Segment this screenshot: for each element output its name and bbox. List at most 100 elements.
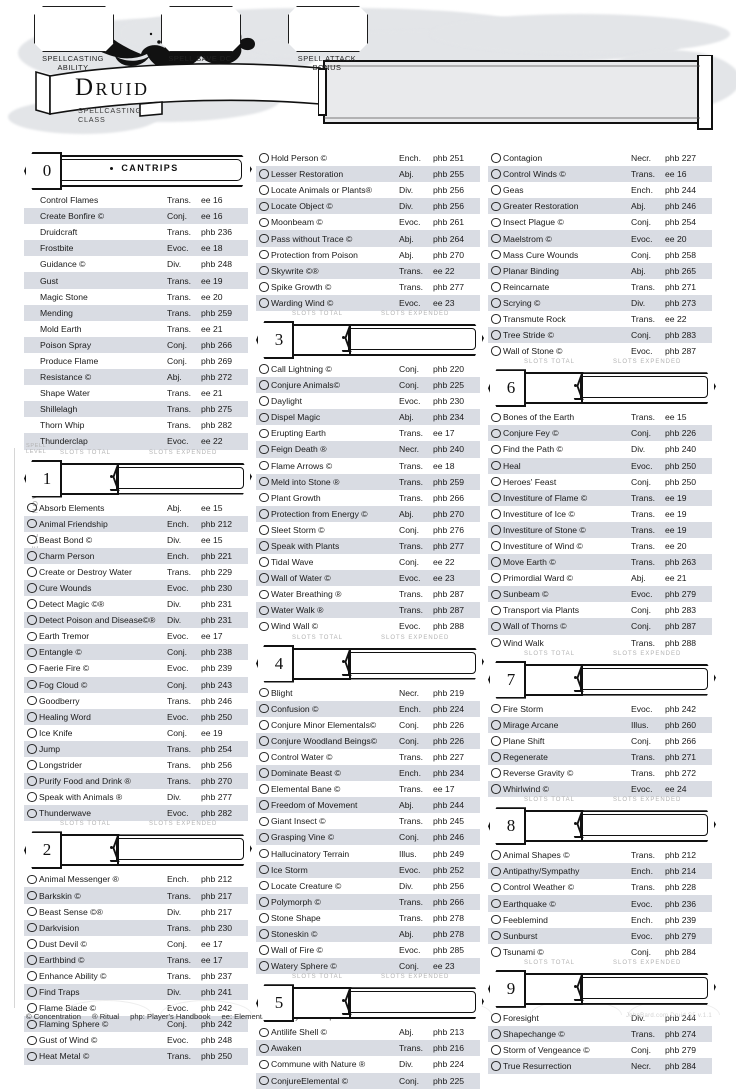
spell-prepared-checkbox[interactable]: [489, 914, 503, 925]
spell-row[interactable]: Conjure Fey © Conj. phb 226: [488, 425, 712, 442]
spell-prepared-checkbox[interactable]: [257, 364, 271, 374]
spell-prepared-checkbox[interactable]: [257, 1075, 271, 1086]
spell-prepared-checkbox[interactable]: [489, 882, 503, 893]
spell-row[interactable]: Stone Shape Trans. phb 278: [256, 910, 480, 926]
spell-row[interactable]: Water Breathing ® Trans. phb 287: [256, 586, 480, 602]
spell-prepared-checkbox[interactable]: [257, 913, 271, 923]
spell-row[interactable]: Create or Destroy Water Trans. phb 229: [24, 564, 248, 580]
spell-row[interactable]: Darkvision Trans. phb 230: [24, 919, 248, 936]
spell-prepared-checkbox[interactable]: [25, 518, 39, 529]
spell-attack-bonus-box[interactable]: [288, 6, 368, 52]
spell-prepared-checkbox[interactable]: [25, 971, 39, 981]
spell-row[interactable]: Feeblemind Ench. phb 239: [488, 912, 712, 928]
spell-prepared-checkbox[interactable]: [25, 906, 39, 917]
spell-row[interactable]: Investiture of Wind © Trans. ee 20: [488, 538, 712, 554]
spell-row[interactable]: Shillelagh Trans. phb 275: [24, 401, 248, 418]
spell-row[interactable]: Dominate Beast © Ench. phb 234: [256, 765, 480, 782]
spell-row[interactable]: Magic Stone Trans. ee 20: [24, 289, 248, 305]
spell-prepared-checkbox[interactable]: [25, 987, 39, 997]
spell-row[interactable]: Poison Spray Conj. phb 266: [24, 336, 248, 353]
spell-row[interactable]: Daylight Evoc. phb 230: [256, 393, 480, 409]
spell-row[interactable]: Moonbeam © Evoc. phb 261: [256, 214, 480, 230]
spell-prepared-checkbox[interactable]: [489, 428, 503, 439]
spell-prepared-checkbox[interactable]: [257, 945, 271, 955]
spell-row[interactable]: Absorb Elements Abj. ee 15: [24, 500, 248, 516]
spell-prepared-checkbox[interactable]: [257, 185, 271, 195]
spell-prepared-checkbox[interactable]: [489, 589, 503, 600]
spell-row[interactable]: Control Flames Trans. ee 16: [24, 192, 248, 208]
spell-row[interactable]: Move Earth © Trans. phb 263: [488, 554, 712, 571]
spell-prepared-checkbox[interactable]: [489, 330, 503, 340]
spell-prepared-checkbox[interactable]: [489, 233, 503, 244]
spell-row[interactable]: Animal Shapes © Trans. phb 212: [488, 847, 712, 863]
spell-prepared-checkbox[interactable]: [489, 605, 503, 616]
spell-row[interactable]: Regenerate Trans. phb 271: [488, 748, 712, 765]
spell-row[interactable]: Investiture of Stone © Trans. ee 19: [488, 521, 712, 538]
spell-row[interactable]: True Resurrection Necr. phb 284: [488, 1058, 712, 1075]
spell-row[interactable]: Wall of Fire © Evoc. phb 285: [256, 942, 480, 958]
spell-prepared-checkbox[interactable]: [489, 185, 503, 195]
spell-row[interactable]: Produce Flame Conj. phb 269: [24, 353, 248, 369]
spell-prepared-checkbox[interactable]: [257, 492, 271, 503]
spell-row[interactable]: Elemental Bane © Trans. ee 17: [256, 781, 480, 797]
spell-row[interactable]: Guidance © Div. phb 248: [24, 256, 248, 272]
spell-prepared-checkbox[interactable]: [25, 939, 39, 949]
spell-prepared-checkbox[interactable]: [25, 695, 39, 706]
spell-row[interactable]: Water Walk ® Trans. phb 287: [256, 602, 480, 619]
spell-row[interactable]: Longstrider Trans. phb 256: [24, 757, 248, 773]
spell-prepared-checkbox[interactable]: [25, 583, 39, 593]
spell-row[interactable]: Purify Food and Drink ® Trans. phb 270: [24, 773, 248, 790]
spell-row[interactable]: Storm of Vengeance © Conj. phb 279: [488, 1042, 712, 1058]
spell-prepared-checkbox[interactable]: [257, 1043, 271, 1054]
spell-row[interactable]: Thunderclap Evoc. ee 22: [24, 433, 248, 450]
spell-prepared-checkbox[interactable]: [489, 314, 503, 324]
spell-row[interactable]: Geas Ench. phb 244: [488, 182, 712, 198]
spell-prepared-checkbox[interactable]: [489, 169, 503, 179]
spell-row[interactable]: Mass Cure Wounds Conj. phb 258: [488, 247, 712, 263]
spell-prepared-checkbox[interactable]: [489, 249, 503, 260]
spell-prepared-checkbox[interactable]: [489, 1061, 503, 1071]
spell-prepared-checkbox[interactable]: [257, 880, 271, 891]
spell-row[interactable]: Bones of the Earth Trans. ee 15: [488, 409, 712, 425]
spell-row[interactable]: Shape Water Trans. ee 21: [24, 385, 248, 401]
spell-prepared-checkbox[interactable]: [257, 476, 271, 487]
spell-row[interactable]: Investiture of Ice © Trans. ee 19: [488, 506, 712, 522]
spell-row[interactable]: Commune with Nature ® Div. phb 224: [256, 1056, 480, 1072]
spell-row[interactable]: Control Winds © Trans. ee 16: [488, 166, 712, 183]
spell-row[interactable]: Tsunami © Conj. phb 284: [488, 944, 712, 960]
spell-prepared-checkbox[interactable]: [257, 460, 271, 471]
spell-row[interactable]: Wall of Thorns © Conj. phb 287: [488, 618, 712, 635]
spell-row[interactable]: Skywrite ©® Trans. ee 22: [256, 262, 480, 279]
spell-row[interactable]: ConjureElemental © Conj. phb 225: [256, 1072, 480, 1089]
spell-row[interactable]: Heroes' Feast Conj. phb 250: [488, 474, 712, 490]
spell-prepared-checkbox[interactable]: [25, 631, 39, 642]
spell-prepared-checkbox[interactable]: [489, 541, 503, 551]
spell-row[interactable]: Stoneskin © Abj. phb 278: [256, 925, 480, 943]
spell-prepared-checkbox[interactable]: [489, 509, 503, 519]
spell-prepared-checkbox[interactable]: [257, 768, 271, 778]
spell-row[interactable]: Mirage Arcane Illus. phb 260: [488, 716, 712, 733]
spell-row[interactable]: Meld into Stone ® Trans. phb 259: [256, 473, 480, 490]
spell-prepared-checkbox[interactable]: [489, 768, 503, 778]
spell-row[interactable]: Erupting Earth Trans. ee 17: [256, 425, 480, 441]
spell-row[interactable]: Maelstrom © Evoc. ee 20: [488, 230, 712, 247]
spell-prepared-checkbox[interactable]: [25, 567, 39, 577]
spell-row[interactable]: Reverse Gravity © Trans. phb 272: [488, 765, 712, 781]
spell-row[interactable]: Entangle © Conj. phb 238: [24, 644, 248, 661]
spell-row[interactable]: Mold Earth Trans. ee 21: [24, 321, 248, 337]
spell-row[interactable]: Sunburst Evoc. phb 279: [488, 927, 712, 944]
spell-prepared-checkbox[interactable]: [489, 412, 503, 423]
spell-prepared-checkbox[interactable]: [489, 153, 503, 163]
spell-prepared-checkbox[interactable]: [489, 525, 503, 535]
spell-row[interactable]: Whirlwind © Evoc. ee 24: [488, 781, 712, 798]
spell-prepared-checkbox[interactable]: [257, 298, 271, 308]
spell-row[interactable]: Spike Growth © Trans. phb 277: [256, 279, 480, 295]
spell-row[interactable]: Ice Knife Conj. ee 19: [24, 725, 248, 741]
spell-row[interactable]: Heal Evoc. phb 250: [488, 457, 712, 474]
spell-row[interactable]: Thunderwave Evoc. phb 282: [24, 805, 248, 822]
spell-row[interactable]: Earth Tremor Evoc. ee 17: [24, 628, 248, 644]
spell-row[interactable]: Barkskin © Trans. phb 217: [24, 887, 248, 904]
spell-row[interactable]: Dispel Magic Abj. phb 234: [256, 409, 480, 426]
spell-row[interactable]: Detect Magic ©® Div. phb 231: [24, 596, 248, 612]
spell-row[interactable]: Find the Path © Div. phb 240: [488, 441, 712, 457]
